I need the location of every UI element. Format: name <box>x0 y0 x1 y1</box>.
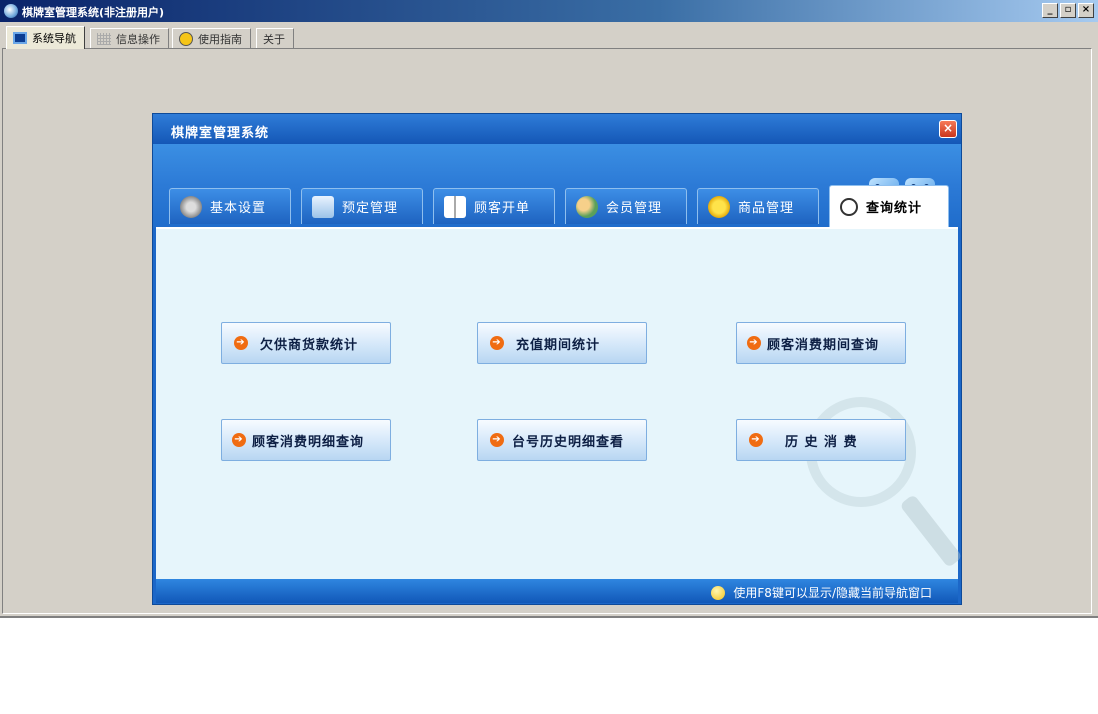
magnifier-handle <box>899 493 963 569</box>
supplier-debt-stats-button[interactable]: ➔ 欠供商货款统计 <box>221 322 391 364</box>
tab-label: 信息操作 <box>116 32 160 46</box>
nav-tab-label: 会员管理 <box>606 201 663 216</box>
minimize-button[interactable]: _ <box>1042 3 1058 18</box>
arrow-right-icon: ➔ <box>490 336 504 350</box>
recharge-period-stats-button[interactable]: ➔ 充值期间统计 <box>477 322 647 364</box>
arrow-right-icon: ➔ <box>232 433 246 447</box>
tab-label: 关于 <box>263 32 285 46</box>
arrow-right-icon: ➔ <box>747 336 761 350</box>
arrow-right-icon: ➔ <box>234 336 248 350</box>
nav-tab-booking[interactable]: 预定管理 <box>301 188 423 224</box>
status-tip-text: 使用F8键可以显示/隐藏当前导航窗口 <box>733 586 932 600</box>
button-label: 台号历史明细查看 <box>512 434 625 450</box>
nav-tab-label: 基本设置 <box>210 201 267 216</box>
nav-tab-member[interactable]: 会员管理 <box>565 188 687 224</box>
search-icon <box>840 197 858 216</box>
monitor-icon <box>312 195 334 218</box>
users-icon <box>576 195 598 218</box>
nav-tab-query-stats[interactable]: 查询统计 <box>829 185 949 227</box>
customer-consumption-period-query-button[interactable]: ➔ 顾客消费期间查询 <box>736 322 906 364</box>
title-bar[interactable]: 棋牌室管理系统(非注册用户) _ ▫ × <box>0 0 1098 22</box>
button-label: 充值期间统计 <box>516 337 601 353</box>
customer-consumption-detail-query-button[interactable]: ➔ 顾客消费明细查询 <box>221 419 391 461</box>
button-label: 顾客消费明细查询 <box>252 434 365 450</box>
arrow-right-icon: ➔ <box>749 433 763 447</box>
main-tab-strip: 系统导航 信息操作 使用指南 关于 <box>0 26 1098 50</box>
table-history-detail-button[interactable]: ➔ 台号历史明细查看 <box>477 419 647 461</box>
restore-button[interactable]: ▫ <box>1060 3 1076 18</box>
tip-bulb-icon <box>711 585 726 600</box>
monitor-icon <box>13 32 27 44</box>
smiley-icon <box>179 31 193 46</box>
app-logo-icon <box>4 4 18 18</box>
nav-tab-goods[interactable]: 商品管理 <box>697 188 819 224</box>
close-button[interactable]: × <box>1078 3 1094 18</box>
nav-content: ➔ 欠供商货款统计 ➔ 充值期间统计 ➔ 顾客消费期间查询 ➔ 顾客消费明细查询… <box>156 227 963 581</box>
arrow-right-icon: ➔ <box>490 433 504 447</box>
gear-icon <box>180 195 202 218</box>
window-title: 棋牌室管理系统(非注册用户) <box>22 6 165 19</box>
app-window: 棋牌室管理系统(非注册用户) _ ▫ × 系统导航 信息操作 使用指南 关于 棋… <box>0 0 1098 618</box>
nav-tab-label: 预定管理 <box>342 201 399 216</box>
history-consumption-button[interactable]: ➔ 历 史 消 费 <box>736 419 906 461</box>
star-icon <box>708 195 730 218</box>
nav-tab-basic-settings[interactable]: 基本设置 <box>169 188 291 224</box>
tab-label: 系统导航 <box>32 32 76 45</box>
tab-about[interactable]: 关于 <box>256 28 294 48</box>
book-icon <box>444 195 466 218</box>
nav-tab-customer-order[interactable]: 顾客开单 <box>433 188 555 224</box>
nav-tab-label: 商品管理 <box>738 201 795 216</box>
nav-title-bar[interactable]: 棋牌室管理系统 × <box>153 114 961 144</box>
button-label: 顾客消费期间查询 <box>767 337 880 353</box>
grid-icon <box>97 32 111 45</box>
tab-label: 使用指南 <box>198 32 242 46</box>
button-label: 历 史 消 费 <box>785 434 858 450</box>
tab-info-ops[interactable]: 信息操作 <box>90 28 169 48</box>
tab-system-nav[interactable]: 系统导航 <box>6 26 85 49</box>
nav-tab-label: 顾客开单 <box>474 201 531 216</box>
button-label: 欠供商货款统计 <box>260 337 359 353</box>
tab-user-guide[interactable]: 使用指南 <box>172 28 251 48</box>
nav-close-button[interactable]: × <box>939 120 957 138</box>
nav-status-bar: 使用F8键可以显示/隐藏当前导航窗口 <box>156 579 958 603</box>
nav-title: 棋牌室管理系统 <box>171 126 270 141</box>
nav-tab-label: 查询统计 <box>866 201 923 216</box>
navigation-window: 棋牌室管理系统 × 基本设置 预定管理 顾客开单 会员管理 商品管理 查询统计 … <box>152 113 963 605</box>
